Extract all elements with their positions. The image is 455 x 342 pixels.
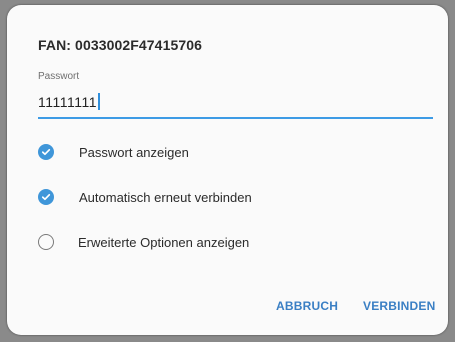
show-password-label: Passwort anzeigen: [79, 144, 189, 160]
connect-button[interactable]: VERBINDEN: [363, 299, 435, 313]
password-value: 11111111: [38, 94, 98, 110]
password-field-underline: [38, 117, 433, 119]
dialog-title: FAN: 0033002F47415706: [38, 37, 202, 53]
show-password-option[interactable]: Passwort anzeigen: [38, 142, 189, 162]
wifi-connect-dialog: FAN: 0033002F47415706 Passwort 11111111 …: [7, 5, 448, 335]
auto-reconnect-option[interactable]: Automatisch erneut verbinden: [38, 187, 252, 207]
cancel-button[interactable]: ABBRUCH: [276, 299, 338, 313]
text-cursor: [98, 93, 100, 110]
advanced-options-label: Erweiterte Optionen anzeigen: [78, 234, 250, 250]
password-field[interactable]: 11111111: [38, 93, 100, 110]
advanced-options-option[interactable]: Erweiterte Optionen anzeigen: [38, 232, 249, 252]
auto-reconnect-label: Automatisch erneut verbinden: [79, 189, 252, 205]
checked-checkbox-icon[interactable]: [38, 189, 54, 205]
password-label: Passwort: [38, 71, 80, 82]
checked-checkbox-icon[interactable]: [38, 144, 54, 160]
unchecked-checkbox-icon[interactable]: [38, 234, 54, 250]
